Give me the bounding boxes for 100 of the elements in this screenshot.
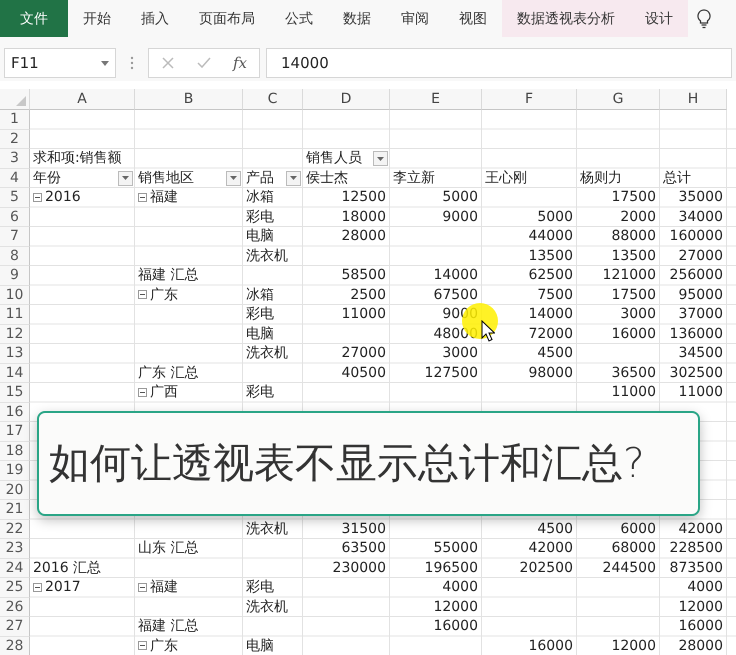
ribbon-tab[interactable]: 设计 [630,0,688,37]
column-header[interactable]: G [577,89,660,110]
column-header[interactable]: B [135,89,243,110]
value-cell: 62500 [528,267,573,284]
pivot-label: 王心刚 [485,168,527,187]
row-header[interactable]: 4 [0,168,30,188]
row-header[interactable]: 18 [0,442,30,461]
value-cell: 36500 [611,364,656,381]
column-header[interactable]: C [243,89,303,110]
filter-dropdown-button[interactable] [286,170,301,186]
row-header[interactable]: 28 [0,636,30,655]
value-cell: 202500 [520,560,573,576]
row-header[interactable]: 5 [0,188,30,208]
collapse-icon[interactable] [138,192,147,202]
row-header[interactable]: 12 [0,324,30,344]
column-header[interactable]: H [660,89,727,110]
value-cell: 5000 [442,189,478,206]
ribbon-tab[interactable]: 视图 [444,0,502,37]
pivot-label: 年份 [33,168,61,187]
row-header[interactable]: 17 [0,422,30,442]
collapse-icon[interactable] [138,388,147,397]
value-cell: 27000 [341,345,386,362]
insert-function-button[interactable]: fx [233,54,248,72]
column-header[interactable]: F [482,89,577,110]
row-header[interactable]: 24 [0,558,30,578]
value-cell: 196500 [424,560,478,576]
pivot-label: 杨则力 [580,168,622,187]
value-cell: 12500 [341,189,386,206]
row-header[interactable]: 19 [0,461,30,480]
value-cell: 44000 [528,228,573,244]
row-header[interactable]: 8 [0,246,30,266]
value-cell: 35000 [678,189,723,206]
value-cell: 11000 [678,384,723,400]
value-cell: 40500 [341,364,386,381]
value-cell: 12000 [678,598,723,615]
value-cell: 28000 [341,228,386,244]
ribbon-tab[interactable]: 公式 [270,0,328,37]
value-cell: 302500 [670,364,723,381]
collapse-icon[interactable] [138,582,147,592]
ribbon-tab[interactable]: 文件 [0,0,68,37]
ribbon-tab[interactable]: 开始 [68,0,126,37]
name-box[interactable]: F11 [4,48,116,78]
pivot-label: 洗衣机 [246,598,288,616]
row-header[interactable]: 14 [0,364,30,383]
more-icon [130,56,134,70]
row-header[interactable]: 23 [0,539,30,558]
pivot-label: 求和项:销售额 [33,149,122,168]
row-header[interactable]: 16 [0,402,30,422]
ribbon-tab[interactable]: 审阅 [386,0,444,37]
filter-dropdown-button[interactable] [226,170,241,186]
row-header[interactable]: 9 [0,266,30,286]
value-cell: 27000 [678,248,723,264]
pivot-label: 广西 [150,383,178,402]
value-cell: 31500 [341,520,386,537]
value-cell: 9000 [442,208,478,225]
row-header[interactable]: 26 [0,598,30,617]
caret-icon[interactable] [101,60,109,66]
row-header[interactable]: 3 [0,149,30,168]
formula-input[interactable]: 14000 [266,48,732,78]
column-header[interactable]: E [390,89,482,110]
check-icon[interactable] [197,56,211,70]
row-header[interactable]: 11 [0,305,30,324]
row-header[interactable]: 25 [0,578,30,598]
row-header[interactable]: 21 [0,500,30,520]
pivot-label: 福建 [150,578,178,596]
value-cell: 58500 [341,267,386,284]
ribbon-tab[interactable]: 数据 [328,0,386,37]
row-header[interactable]: 7 [0,227,30,246]
row-header[interactable]: 1 [0,110,30,130]
ribbon-tab[interactable]: 插入 [126,0,184,37]
ribbon-tab[interactable]: 页面布局 [184,0,270,37]
value-cell: 256000 [670,267,723,284]
row-header[interactable]: 6 [0,208,30,227]
value-cell: 6000 [620,520,656,537]
value-cell: 55000 [433,540,478,556]
caption-text: 如何让透视表不显示总计和汇总? [49,438,645,489]
value-cell: 88000 [611,228,656,244]
value-cell: 160000 [670,228,723,244]
collapse-icon[interactable] [138,290,147,300]
value-cell: 16000 [678,618,723,634]
collapse-icon[interactable] [33,192,42,202]
row-header[interactable]: 15 [0,383,30,402]
row-header[interactable]: 2 [0,130,30,149]
lightbulb-icon[interactable] [696,8,712,28]
row-header[interactable]: 27 [0,617,30,636]
filter-dropdown-button[interactable] [118,170,133,186]
row-header[interactable]: 20 [0,480,30,500]
pivot-label: 电脑 [246,324,274,343]
filter-dropdown-button[interactable] [373,151,388,166]
row-header[interactable]: 10 [0,286,30,305]
pivot-label: 2016 [45,189,81,206]
row-header[interactable]: 22 [0,520,30,539]
pivot-label: 电脑 [246,636,274,655]
collapse-icon[interactable] [138,641,147,650]
ribbon-tab[interactable]: 数据透视表分析 [502,0,630,37]
collapse-icon[interactable] [33,582,42,592]
column-header[interactable]: A [30,89,135,110]
column-header[interactable]: D [303,89,390,110]
value-cell: 136000 [670,326,723,342]
row-header[interactable]: 13 [0,344,30,364]
